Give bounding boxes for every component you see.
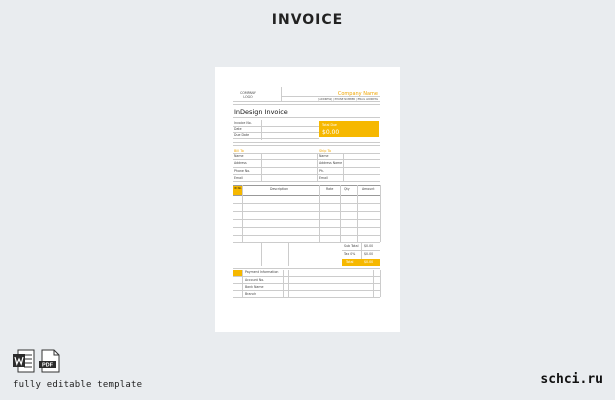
brand-watermark: schci.ru: [540, 372, 603, 387]
divider: [233, 142, 380, 143]
divider: [283, 270, 284, 297]
bill-to-email-label: Email: [234, 176, 243, 180]
divider: [357, 185, 358, 242]
divider: [233, 117, 380, 118]
divider: [281, 87, 282, 101]
divider: [281, 96, 380, 97]
divider: [317, 153, 318, 181]
ship-to-email-label: Email: [319, 176, 328, 180]
column-rate: Rate: [326, 187, 334, 191]
divider: [233, 174, 380, 175]
divider: [233, 104, 380, 105]
bill-to-phone-label: Phone No.: [234, 169, 251, 173]
invoice-title: InDesign Invoice: [234, 108, 288, 116]
divider: [233, 181, 380, 182]
divider: [233, 283, 380, 284]
tax-label: Tax 0%: [344, 252, 356, 256]
page-title: INVOICE: [271, 12, 344, 28]
branch-label: Branch: [245, 292, 257, 296]
divider: [233, 242, 380, 243]
total-due-box: Total Due $0.00: [319, 121, 379, 137]
column-qty: Qty: [344, 187, 350, 191]
divider: [233, 101, 380, 102]
tax-value: $0.00: [364, 252, 374, 256]
footer-tagline: fully editable template: [13, 380, 143, 390]
pdf-file-icon-graphic: PDF: [39, 349, 60, 373]
divider: [233, 153, 380, 154]
total-due-label: Total Due: [322, 123, 337, 127]
total-value: $0.00: [364, 260, 374, 264]
divider: [261, 153, 262, 181]
divider: [340, 185, 341, 242]
invoice-sheet: COMPANY LOGO Company Name [ADDRESS] | PH…: [233, 87, 381, 317]
divider: [343, 153, 344, 181]
total-row: Total $0.00: [342, 259, 380, 266]
divider: [242, 185, 243, 242]
divider: [233, 159, 380, 160]
ship-to-name-label: Name: [319, 154, 329, 158]
divider: [261, 120, 262, 140]
divider: [242, 270, 243, 297]
item-number-header: ID No.: [233, 185, 242, 195]
pdf-icon-label: PDF: [42, 363, 54, 369]
company-logo-label: COMPANY LOGO: [240, 91, 256, 99]
divider: [233, 290, 380, 291]
divider: [233, 126, 319, 127]
column-amount: Amount: [362, 187, 375, 191]
pdf-file-icon[interactable]: PDF: [39, 349, 61, 373]
divider: [261, 242, 262, 266]
divider: [380, 270, 381, 297]
total-due-amount: $0.00: [322, 129, 340, 136]
word-file-icon-graphic: [13, 349, 35, 373]
subtotal-label: Sub Total: [344, 244, 359, 248]
bill-to-name-label: Name: [234, 154, 244, 158]
divider: [373, 270, 374, 297]
divider: [288, 242, 289, 266]
word-file-icon[interactable]: [13, 349, 35, 373]
invoice-number-label: Invoice No.: [234, 121, 252, 125]
divider: [233, 268, 380, 269]
divider: [233, 132, 319, 133]
divider: [380, 185, 381, 242]
divider: [233, 297, 380, 298]
due-date-label: Due Date: [234, 133, 250, 137]
divider: [233, 276, 380, 277]
total-label: Total: [346, 260, 354, 264]
payment-heading: Payment Information: [245, 270, 279, 274]
ship-to-phone-label: Ph.: [319, 169, 324, 173]
item-number-header-label: ID No.: [234, 187, 242, 190]
account-number-label: Account No.: [245, 278, 265, 282]
column-description: Description: [270, 187, 289, 191]
divider: [233, 167, 380, 168]
ship-to-address-label: Address Name: [319, 161, 343, 165]
divider: [361, 242, 362, 259]
subtotal-value: $0.00: [364, 244, 374, 248]
invoice-preview: COMPANY LOGO Company Name [ADDRESS] | PH…: [215, 67, 400, 332]
date-label: Date: [234, 127, 242, 131]
bank-name-label: Bank Name: [245, 285, 264, 289]
bill-to-address-label: Address: [234, 161, 247, 165]
divider: [233, 145, 380, 146]
file-format-icons: PDF: [13, 349, 61, 373]
divider: [233, 138, 319, 139]
divider: [319, 185, 320, 242]
divider: [288, 270, 289, 297]
